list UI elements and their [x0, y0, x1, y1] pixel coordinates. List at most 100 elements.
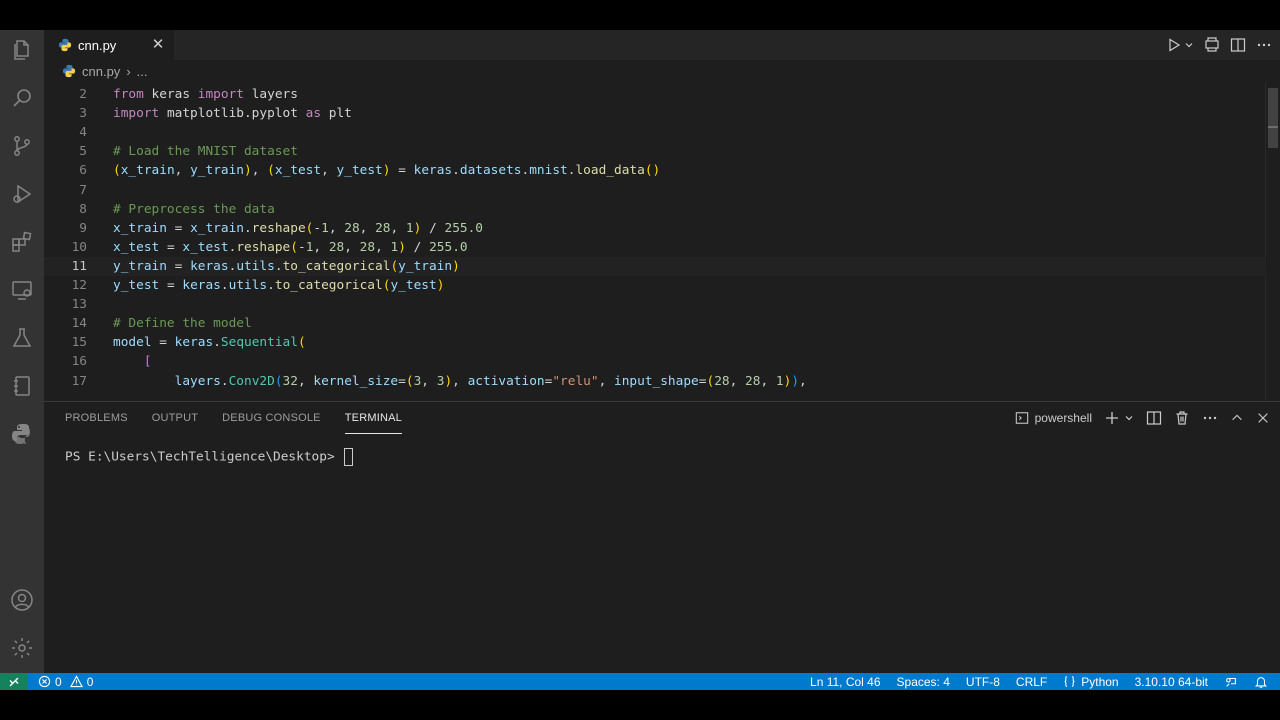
terminal-shell-name[interactable]: powershell [1035, 411, 1092, 425]
line-number: 16 [71, 354, 87, 370]
panel-tab-debug-console[interactable]: DEBUG CONSOLE [222, 402, 321, 434]
problems-indicator[interactable]: 0 0 [38, 673, 93, 690]
python-interpreter[interactable]: 3.10.10 64-bit [1135, 675, 1208, 689]
code-editor[interactable]: 2 from keras import layers 3 import matplot… [44, 82, 1280, 400]
source-control-icon[interactable] [8, 132, 36, 160]
code-token: , [251, 163, 268, 179]
run-debug-icon[interactable] [8, 180, 36, 208]
terminal-icon[interactable] [1015, 411, 1029, 425]
code-line[interactable]: 17 layers.Conv2D(32, kernel_size=(3, 3),… [44, 372, 1266, 391]
python-file-icon [62, 64, 76, 78]
code-line[interactable]: 6 (x_train, y_train), (x_test, y_test) = … [44, 161, 1266, 180]
testing-icon[interactable] [8, 324, 36, 352]
indentation[interactable]: Spaces: 4 [897, 675, 950, 689]
breadcrumb-file[interactable]: cnn.py [82, 64, 120, 79]
code-line[interactable]: 9 x_train = x_train.reshape(-1, 28, 28, 1… [44, 219, 1266, 238]
code-line[interactable]: 16 [ [44, 352, 1266, 371]
code-line[interactable]: 4 [44, 123, 1266, 142]
notifications-bell-icon[interactable] [1254, 675, 1268, 689]
extensions-icon[interactable] [8, 228, 36, 256]
editor-scrollbar[interactable] [1265, 82, 1280, 400]
code-line[interactable]: 5 # Load the MNIST dataset [44, 142, 1266, 161]
code-token: 1 [405, 220, 414, 236]
split-editor-icon[interactable] [1230, 37, 1246, 53]
code-token: y_test [336, 163, 383, 179]
feedback-icon[interactable] [1224, 675, 1238, 689]
code-token: , [799, 373, 807, 389]
code-token: datasets [459, 163, 522, 179]
code-token: # Preprocess the data [113, 201, 275, 217]
scrollbar-thumb[interactable] [1268, 88, 1278, 148]
vscode-window: cnn.py ✕ cnn.py › ... 2 from keras import… [0, 30, 1280, 690]
code-text: x_train = x_train.reshape(-1, 28, 28, 1)… [113, 219, 483, 238]
code-text: y_train = keras.utils.to_categorical(y_t… [113, 257, 460, 276]
code-token: y_train [113, 258, 167, 274]
code-token: , [321, 163, 337, 179]
breadcrumb-symbols[interactable]: ... [137, 64, 148, 79]
panel-tab-problems[interactable]: PROBLEMS [65, 402, 128, 434]
code-line[interactable]: 12 y_test = keras.utils.to_categorical(y_… [44, 276, 1266, 295]
language-mode[interactable]: Python [1063, 675, 1119, 689]
close-tab-icon[interactable]: ✕ [150, 36, 166, 53]
panel-tab-output[interactable]: OUTPUT [152, 402, 198, 434]
search-icon[interactable] [8, 84, 36, 112]
code-token: / [405, 239, 430, 255]
open-changes-icon[interactable] [1204, 37, 1220, 53]
line-number: 8 [79, 201, 87, 217]
code-token: Sequential [220, 335, 298, 351]
code-text: # Preprocess the data [113, 200, 275, 219]
remote-indicator[interactable] [0, 673, 28, 690]
maximize-panel-icon[interactable] [1230, 411, 1244, 425]
line-ending[interactable]: CRLF [1016, 675, 1047, 689]
chevron-down-icon[interactable] [1124, 413, 1134, 423]
more-actions-icon[interactable] [1256, 37, 1272, 53]
settings-gear-icon[interactable] [8, 634, 36, 662]
code-token: reshape [251, 220, 306, 236]
tab-cnn-py[interactable]: cnn.py ✕ [44, 30, 174, 60]
editor-tab-bar: cnn.py ✕ [44, 30, 1280, 60]
remote-explorer-icon[interactable] [8, 276, 36, 304]
account-icon[interactable] [8, 586, 36, 614]
code-token: 28 [344, 220, 360, 236]
split-terminal-icon[interactable] [1146, 410, 1162, 426]
new-terminal-icon[interactable] [1104, 410, 1120, 426]
explorer-icon[interactable] [8, 36, 36, 64]
code-token: . [220, 278, 229, 293]
code-token: - [297, 239, 306, 255]
code-line[interactable]: 11 y_train = keras.utils.to_categorical(y… [44, 256, 1266, 276]
code-token: , [390, 220, 406, 236]
panel-tab-terminal[interactable]: TERMINAL [344, 402, 402, 434]
more-actions-icon[interactable] [1202, 410, 1218, 426]
terminal-output[interactable]: PS E:\Users\TechTelligence\Desktop> [65, 448, 354, 466]
code-line[interactable]: 2 from keras import layers [44, 85, 1266, 104]
code-token: ( [290, 239, 298, 255]
panel-actions: powershell [1015, 402, 1270, 434]
code-line[interactable]: 14 # Define the model [44, 314, 1266, 333]
notebook-icon[interactable] [8, 372, 36, 400]
run-python-file-icon[interactable] [1166, 37, 1182, 53]
code-token: 28 [328, 239, 345, 255]
trash-icon[interactable] [1174, 410, 1190, 426]
code-line[interactable]: 7 [44, 181, 1266, 200]
code-token: ) [398, 239, 406, 255]
code-token: layers [251, 87, 298, 102]
cursor-position[interactable]: Ln 11, Col 46 [810, 675, 881, 689]
chevron-down-icon[interactable] [1184, 40, 1194, 50]
terminal-prompt: PS E:\Users\TechTelligence\Desktop> [65, 449, 343, 465]
code-line[interactable]: 13 [44, 295, 1266, 314]
close-panel-icon[interactable] [1256, 411, 1270, 425]
code-line[interactable]: 3 import matplotlib.pyplot as plt [44, 104, 1266, 123]
encoding[interactable]: UTF-8 [966, 675, 1000, 689]
code-token: , [760, 373, 776, 389]
python-icon[interactable] [8, 420, 36, 448]
code-text: from keras import layers [113, 85, 298, 104]
code-text: [ [113, 352, 152, 371]
code-token: 1 [775, 373, 784, 389]
code-line[interactable]: 8 # Preprocess the data [44, 200, 1266, 219]
code-token: () [644, 163, 661, 179]
editor-actions [1166, 30, 1272, 60]
code-line[interactable]: 10 x_test = x_test.reshape(-1, 28, 28, 1)… [44, 238, 1266, 257]
code-line[interactable]: 15 model = keras.Sequential( [44, 333, 1266, 352]
code-token: . [452, 163, 460, 179]
code-token: , [297, 373, 314, 389]
